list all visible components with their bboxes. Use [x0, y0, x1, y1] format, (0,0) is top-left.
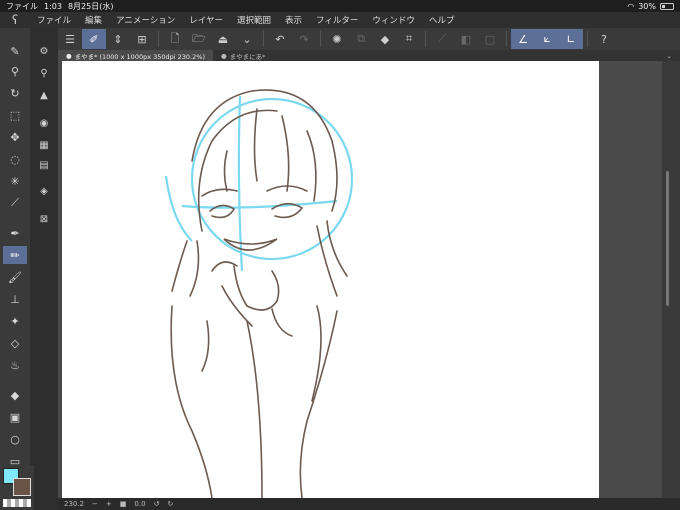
menu-view[interactable]: 表示 [278, 14, 309, 26]
gradient-icon[interactable]: ▣ [3, 408, 27, 426]
layer-search-icon[interactable]: ⚲ [34, 64, 54, 82]
stabilize-medium-icon[interactable]: ⟀ [535, 29, 559, 49]
chevron-down-icon[interactable]: ⌄ [235, 29, 259, 49]
tone-icon[interactable]: ◧ [454, 29, 478, 49]
tool-palette: ✎ ⚲ ↻ ⬚ ✥ ◌ ✳ ⟋ ✒ ✏ 🖌 ⊥ ✦ ◇ ♨ ◆ ▣ ○ ▭ [0, 28, 30, 510]
back-to-app-link[interactable]: ファイル [6, 1, 38, 12]
tab-dot-icon: ● [66, 51, 72, 60]
menu-selection[interactable]: 選択範囲 [230, 14, 278, 26]
decoration-icon[interactable]: ✦ [3, 312, 27, 330]
loading-icon: ✺ [332, 32, 342, 46]
brush-icon[interactable]: 🖌 [3, 268, 27, 286]
magic-wand-icon[interactable]: ✳ [3, 172, 27, 190]
menu-filter[interactable]: フィルター [309, 14, 365, 26]
fit-icon[interactable]: ■ [120, 500, 127, 508]
wifi-icon: ◠ [627, 1, 635, 11]
menu-bar: ʕ ファイル 編集 アニメーション レイヤー 選択範囲 表示 フィルター ウィン… [0, 12, 680, 28]
battery-percent: 30% [638, 1, 656, 11]
close-palette-icon[interactable]: ⊠ [34, 210, 54, 228]
pencil-icon[interactable]: ✏ [3, 246, 27, 264]
zoom-icon[interactable]: ⚲ [3, 62, 27, 80]
menu-file[interactable]: ファイル [30, 14, 78, 26]
transform-icon[interactable]: ⟋ [430, 29, 454, 49]
sketch-drawing [164, 89, 354, 498]
eyedropper-icon[interactable]: ⟋ [3, 194, 27, 212]
selection-icon[interactable]: ▢ [478, 29, 502, 49]
fill-icon[interactable]: ◆ [3, 386, 27, 404]
new-file-icon[interactable]: 🗋 [163, 29, 187, 49]
navigation-bar: 230.2 − + ■ 0.0 ↺ ↻ [58, 498, 680, 510]
zoom-value[interactable]: 230.2 [64, 500, 84, 508]
tabs-expand-icon[interactable]: ⌄ [667, 52, 680, 60]
hamburger-menu-icon[interactable]: ☰ [58, 29, 82, 49]
battery-icon [660, 2, 674, 10]
vertical-scrollbar[interactable] [662, 61, 680, 498]
move-icon[interactable]: ✥ [3, 128, 27, 146]
rotate-icon[interactable]: ↻ [3, 84, 27, 102]
menu-edit[interactable]: 編集 [78, 14, 109, 26]
g-pen-icon[interactable]: ✒ [3, 224, 27, 242]
fill-layer-icon[interactable]: ◆ [373, 29, 397, 49]
undo-icon[interactable]: ↶ [268, 29, 292, 49]
zoom-in-icon[interactable]: + [106, 500, 112, 508]
rotate-right-icon[interactable]: ↻ [167, 500, 173, 508]
color-indicator [0, 465, 34, 510]
layer-property-icon[interactable]: ⚙ [34, 42, 54, 60]
crop-icon[interactable]: ⌗ [397, 29, 421, 49]
save-icon[interactable]: ⏏ [211, 29, 235, 49]
redo-icon[interactable]: ↷ [292, 29, 316, 49]
clip-studio-logo-icon[interactable]: ʕ [0, 13, 30, 27]
sub-view-icon[interactable]: ▲ [34, 86, 54, 104]
menu-window[interactable]: ウィンドウ [365, 14, 422, 26]
status-bar: ファイル 1:03 8月25日(水) ◠ 30% [0, 0, 680, 12]
transparent-color-swatch[interactable] [3, 499, 31, 507]
status-time: 1:03 [44, 1, 62, 11]
stabilize-strong-icon[interactable]: ∟ [559, 29, 583, 49]
document-tabs: ● まやま* (1000 x 1000px 350dpi 230.2%) ● ま… [58, 50, 680, 61]
sub-color-swatch[interactable] [13, 478, 31, 496]
stabilize-weak-icon[interactable]: ∠ [511, 29, 535, 49]
modifier-key-icon[interactable]: ✐ [82, 29, 106, 49]
eraser-icon[interactable]: ◇ [3, 334, 27, 352]
angle-value[interactable]: 0.0 [134, 500, 145, 508]
drawing-canvas[interactable] [62, 61, 599, 498]
menu-layer[interactable]: レイヤー [182, 14, 230, 26]
rotate-left-icon[interactable]: ↺ [154, 500, 160, 508]
tab-document-2[interactable]: ● まやまにあ* [213, 50, 273, 61]
lasso-icon[interactable]: ◌ [3, 150, 27, 168]
sub-palette-bar: ⚙ ⚲ ▲ ◉ ▦ ▤ ◈ ⊠ [30, 28, 58, 510]
status-date: 8月25日(水) [67, 1, 114, 11]
zoom-out-icon[interactable]: − [92, 500, 98, 508]
help-icon[interactable]: ? [592, 29, 616, 49]
airbrush-icon[interactable]: ⊥ [3, 290, 27, 308]
layers-icon[interactable]: ◈ [34, 182, 54, 200]
color-set-icon[interactable]: ▤ [34, 156, 54, 174]
tab-document-1[interactable]: ● まやま* (1000 x 1000px 350dpi 230.2%) [58, 50, 213, 61]
open-file-icon[interactable]: 🗁 [187, 29, 211, 49]
quick-access-icon[interactable]: ⊞ [130, 29, 154, 49]
clear-icon[interactable]: ⧉ [349, 29, 373, 49]
pen-icon[interactable]: ✎ [3, 42, 27, 60]
blend-icon[interactable]: ♨ [3, 356, 27, 374]
toggle-arrows-icon[interactable]: ⇕ [106, 29, 130, 49]
menu-animation[interactable]: アニメーション [109, 14, 182, 26]
tab-dot-icon: ● [220, 51, 227, 60]
command-bar: ☰ ✐ ⇕ ⊞ 🗋 🗁 ⏏ ⌄ ↶ ↷ ✺ ⧉ ◆ ⌗ ⟋ ◧ ▢ ∠ ⟀ ∟ … [58, 28, 680, 50]
navigator-icon[interactable]: ◉ [34, 114, 54, 132]
object-select-icon[interactable]: ⬚ [3, 106, 27, 124]
figure-icon[interactable]: ○ [3, 430, 27, 448]
material-icon[interactable]: ▦ [34, 136, 54, 154]
menu-help[interactable]: ヘルプ [422, 14, 462, 26]
